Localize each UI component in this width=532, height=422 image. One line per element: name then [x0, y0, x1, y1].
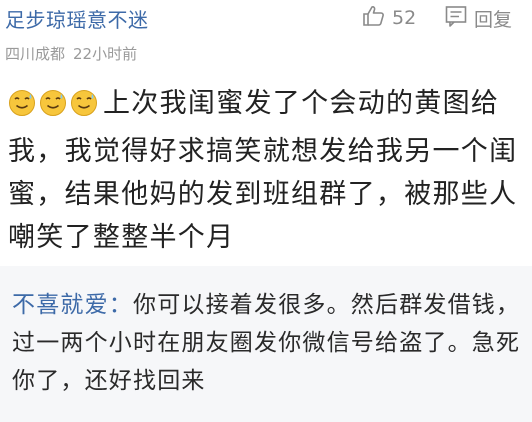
comment-header: 足步琼瑶意不迷 52 回复 — [0, 0, 532, 36]
quoted-reply-box[interactable]: 不喜就爱：你可以接着发很多。然后群发借钱，过一两个小时在朋友圈发你微信号给盗了。… — [0, 266, 532, 422]
sweat-smile-emoji — [39, 87, 67, 130]
thumbs-up-icon — [362, 4, 386, 32]
comment-body: 上次我闺蜜发了个会动的黄图给我，我觉得好求搞笑就想发给我另一个闺蜜，结果他妈的发… — [8, 82, 526, 259]
reply-label: 回复 — [474, 8, 513, 31]
sweat-smile-emoji — [8, 87, 36, 130]
like-count: 52 — [392, 7, 417, 29]
sweat-smile-emoji — [70, 87, 98, 130]
timestamp: 22小时前 — [73, 45, 138, 63]
emoji-group — [8, 87, 101, 130]
quoted-reply-author[interactable]: 不喜就爱： — [12, 292, 133, 318]
reply-icon — [444, 4, 468, 32]
reply-button[interactable]: 回复 — [444, 3, 512, 33]
comment-meta: 四川成都 22小时前 — [5, 43, 137, 64]
username-link[interactable]: 足步琼瑶意不迷 — [5, 4, 149, 33]
like-button[interactable]: 52 — [362, 3, 416, 33]
location-label: 四川成都 — [5, 45, 66, 63]
quoted-reply: 不喜就爱：你可以接着发很多。然后群发借钱，过一两个小时在朋友圈发你微信号给盗了。… — [12, 286, 522, 400]
